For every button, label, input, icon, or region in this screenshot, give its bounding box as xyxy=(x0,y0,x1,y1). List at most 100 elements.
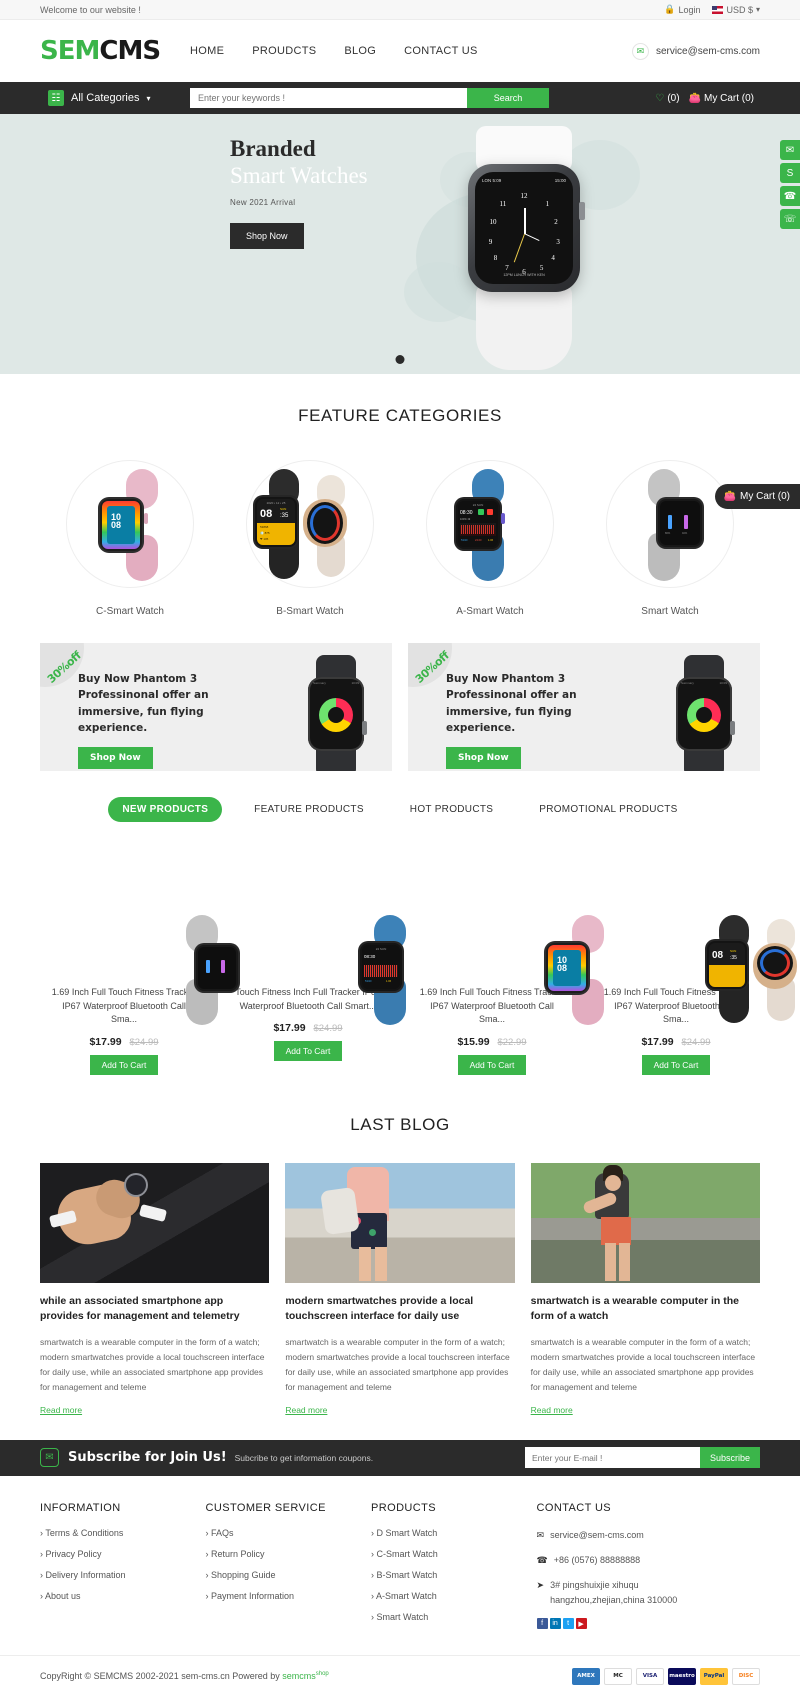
blog-image xyxy=(530,1162,760,1283)
footer-link[interactable]: › C-Smart Watch xyxy=(371,1549,537,1559)
blog-excerpt: smartwatch is a wearable computer in the… xyxy=(40,1337,265,1392)
footer-link[interactable]: › Smart Watch xyxy=(371,1612,537,1622)
nav-item-home[interactable]: HOME xyxy=(190,45,224,57)
search-input[interactable] xyxy=(190,88,467,108)
tab-hot-products[interactable]: HOT PRODUCTS xyxy=(396,797,507,822)
category-card[interactable]: 24 SUN 08:30 100% 19 53/20 24.00 1.06 A-… xyxy=(400,460,580,617)
promo-shop-now-button[interactable]: Shop Now xyxy=(446,747,521,770)
logo-black-part: CMS xyxy=(99,36,161,66)
add-to-cart-button[interactable]: Add To Cart xyxy=(641,1054,711,1075)
whatsapp-icon[interactable]: ☎ xyxy=(780,186,800,206)
category-image: 2020 • 12 • 25 08 :35 SUN 53868 💨 875 ❤ … xyxy=(246,460,374,588)
blog-card[interactable]: while an associated smartphone app provi… xyxy=(40,1162,270,1416)
product-image: 08 :35 SUN xyxy=(592,850,797,1023)
skype-icon[interactable]: S xyxy=(780,163,800,183)
add-to-cart-button[interactable]: Add To Cart xyxy=(457,1054,527,1075)
category-card[interactable]: 10 08 C-Smart Watch xyxy=(40,460,220,617)
cart-icon: 👛 xyxy=(723,491,736,502)
hero-shop-now-button[interactable]: Shop Now xyxy=(230,223,304,249)
footer-column-title: CONTACT US xyxy=(536,1501,612,1514)
product-image xyxy=(40,850,240,1025)
email-icon[interactable]: ✉ xyxy=(780,140,800,160)
promo-shop-now-button[interactable]: Shop Now xyxy=(78,747,153,770)
category-card[interactable]: 2020 • 12 • 25 08 :35 SUN 53868 💨 875 ❤ … xyxy=(220,460,400,617)
phone-icon: ☎ xyxy=(536,1554,548,1565)
hero-carousel-dot[interactable] xyxy=(395,355,405,364)
login-link[interactable]: 🔒 Login xyxy=(664,4,700,15)
wishlist-link[interactable]: ♡ (0) xyxy=(655,93,679,104)
footer-contact-address: ➤ 3# pingshuixjie xihuqu hangzhou,zhejia… xyxy=(537,1578,760,1607)
envelope-icon: ✉ xyxy=(40,1448,59,1467)
subscribe-button[interactable]: Subscribe xyxy=(700,1447,760,1468)
search-button[interactable]: Search xyxy=(467,88,549,108)
footer-link[interactable]: › D Smart Watch xyxy=(371,1528,537,1538)
copyright-text: CopyRight © SEMCMS 2002-2021 sem-cms.cn … xyxy=(40,1671,329,1681)
footer-link[interactable]: › A-Smart Watch xyxy=(371,1591,537,1601)
feature-categories-title: FEATURE CATEGORIES xyxy=(298,406,502,425)
copyright-bar: CopyRight © SEMCMS 2002-2021 sem-cms.cn … xyxy=(0,1654,800,1697)
facebook-icon[interactable]: f xyxy=(536,1618,548,1630)
all-categories-label: All Categories xyxy=(71,92,140,104)
promo-banner[interactable]: 30%off Buy Now Phantom 3 Professinonal o… xyxy=(408,643,760,771)
footer-link[interactable]: › Payment Information xyxy=(206,1591,372,1601)
product-price: $15.99 $22.99 xyxy=(408,1036,576,1048)
subscribe-email-input[interactable] xyxy=(525,1447,700,1468)
all-categories-dropdown[interactable]: ☷ All Categories ▾ xyxy=(40,90,190,106)
product-card[interactable]: 08 :35 SUN 1.69 Inch Full Touch Fitness … xyxy=(592,850,797,1075)
footer-link[interactable]: › Delivery Information xyxy=(40,1570,206,1580)
product-card[interactable]: 1.69 Inch Full Touch Fitness Tracker IP6… xyxy=(40,850,240,1075)
phone-icon[interactable]: ☏ xyxy=(780,209,800,229)
product-price-current: $15.99 xyxy=(457,1035,490,1048)
footer-contact-email[interactable]: ✉ service@sem-cms.com xyxy=(537,1528,760,1542)
footer-link[interactable]: › B-Smart Watch xyxy=(371,1570,537,1580)
floating-cart-tab[interactable]: 👛 My Cart (0) xyxy=(714,484,800,509)
logo[interactable]: SEMCMS xyxy=(40,36,161,66)
add-to-cart-button[interactable]: Add To Cart xyxy=(273,1041,343,1061)
grid-icon: ☷ xyxy=(48,90,64,106)
footer-link[interactable]: › Privacy Policy xyxy=(40,1549,206,1559)
twitter-icon[interactable]: t xyxy=(562,1618,574,1630)
blog-title: while an associated smartphone app provi… xyxy=(40,1294,240,1323)
category-label: B-Smart Watch xyxy=(276,606,344,617)
blog-read-more-link[interactable]: Read more xyxy=(40,1405,82,1415)
footer-address-line1: 3# pingshuixjie xihuqu xyxy=(550,1580,639,1591)
cart-icon: 👛 xyxy=(688,92,701,104)
hero-subtitle: New 2021 Arrival xyxy=(230,198,296,207)
header-email[interactable]: ✉ service@sem-cms.com xyxy=(631,42,760,60)
footer-link[interactable]: › Terms & Conditions xyxy=(40,1528,206,1538)
product-price-current: $17.99 xyxy=(89,1035,122,1048)
footer-link[interactable]: › Shopping Guide xyxy=(206,1570,372,1580)
blog-card[interactable]: modern smartwatches provide a local touc… xyxy=(285,1162,515,1416)
cart-link[interactable]: 👛 My Cart (0) xyxy=(689,93,754,104)
category-label: Smart Watch xyxy=(641,606,699,617)
currency-selector[interactable]: USD $ ▾ xyxy=(712,5,760,15)
product-card[interactable]: 10 08 1.69 Inch Full Touch Fitness Tracke… xyxy=(408,850,604,1075)
product-price-old: $22.99 xyxy=(497,1036,527,1048)
linkedin-icon[interactable]: in xyxy=(549,1618,561,1630)
blog-card[interactable]: smartwatch is a wearable computer in the… xyxy=(530,1162,760,1416)
product-card[interactable]: 24 SUN 08:30 53/20 1.06 Touch Fitness In… xyxy=(224,850,406,1075)
nav-item-products[interactable]: PROUDCTS xyxy=(252,45,316,57)
footer-contact-email-text: service@sem-cms.com xyxy=(550,1529,644,1540)
nav-item-blog[interactable]: BLOG xyxy=(344,45,376,57)
add-to-cart-button[interactable]: Add To Cart xyxy=(89,1054,159,1075)
amex-icon: AMEX xyxy=(572,1667,600,1685)
product-price: $17.99 $24.99 xyxy=(592,1036,760,1048)
product-image: 10 08 xyxy=(408,850,604,1025)
blog-read-more-link[interactable]: Read more xyxy=(285,1405,327,1415)
footer-link[interactable]: › About us xyxy=(40,1591,206,1601)
footer-column-information: INFORMATION › Terms & Conditions › Priva… xyxy=(40,1502,206,1633)
tab-feature-products[interactable]: FEATURE PRODUCTS xyxy=(240,797,378,822)
youtube-icon[interactable]: ▶ xyxy=(575,1618,587,1630)
semcms-brand-link[interactable]: semcms xyxy=(282,1671,316,1681)
footer-contact-phone[interactable]: ☎ +86 (0576) 88888888 xyxy=(537,1553,760,1567)
promo-banners: 30%off Buy Now Phantom 3 Professinonal o… xyxy=(40,643,760,771)
promo-text: Buy Now Phantom 3 Professinonal offer an… xyxy=(446,673,577,734)
nav-item-contact[interactable]: CONTACT US xyxy=(404,45,478,57)
footer-link[interactable]: › FAQs xyxy=(206,1528,372,1538)
footer-link[interactable]: › Return Policy xyxy=(206,1549,372,1559)
tab-new-products[interactable]: NEW PRODUCTS xyxy=(108,797,223,822)
blog-read-more-link[interactable]: Read more xyxy=(531,1405,573,1415)
tab-promotional-products[interactable]: PROMOTIONAL PRODUCTS xyxy=(525,797,691,822)
promo-banner[interactable]: 30%off Buy Now Phantom 3 Professinonal o… xyxy=(40,643,392,771)
